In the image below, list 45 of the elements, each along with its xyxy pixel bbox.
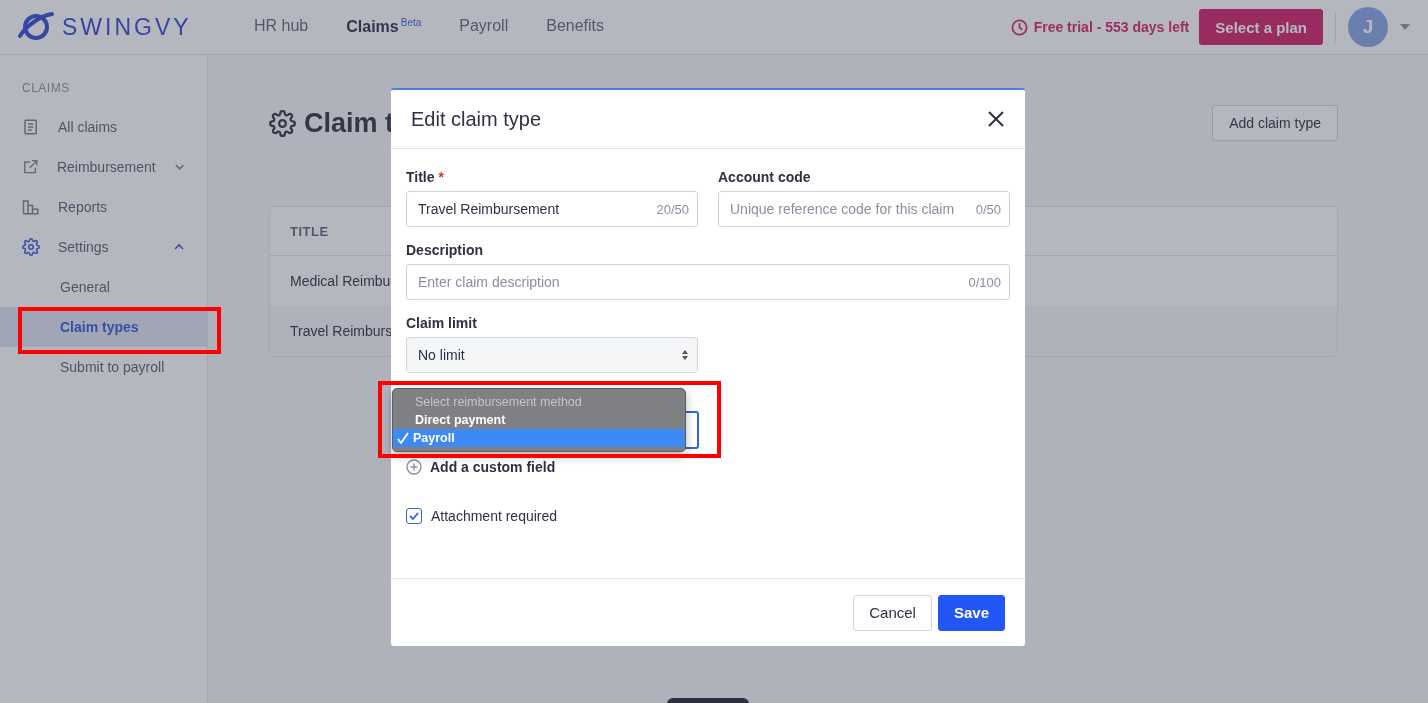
nav-tab[interactable]: Claims$^{Beta}$ (346, 17, 422, 37)
brand-name: SWINGVY (62, 13, 192, 41)
add-custom-field-link[interactable]: Add a custom field (406, 459, 1010, 475)
trial-text: Free trial - 553 days left (1033, 19, 1190, 35)
close-button[interactable] (987, 110, 1005, 128)
input-field[interactable]: Unique reference code for this claim 0/50 (718, 191, 1010, 227)
cancel-button[interactable]: Cancel (853, 594, 932, 631)
dropdown-option[interactable]: Payroll (393, 429, 685, 447)
settings-icon (269, 109, 296, 137)
select-plan-button[interactable]: Select a plan (1199, 9, 1323, 45)
document-icon (22, 118, 40, 136)
nav-tab[interactable]: Payroll (459, 17, 509, 37)
dialog-title: Edit claim type (411, 107, 542, 131)
sidebar-item[interactable]: Reimbursement (0, 147, 207, 187)
save-button[interactable]: Save (937, 594, 1005, 631)
field-label: Description (406, 242, 484, 258)
nav-tab[interactable]: HR hub (254, 17, 309, 37)
check-icon (397, 432, 409, 444)
field-label: Account code (718, 169, 812, 185)
dropdown-option[interactable]: Direct payment (393, 411, 685, 429)
bar-chart-icon (22, 198, 40, 216)
input-field[interactable]: Travel Reimbursement 20/50 (406, 191, 698, 227)
sidebar-item[interactable]: All claims (0, 107, 207, 147)
select-field[interactable]: No limit (406, 337, 698, 373)
sidebar-item[interactable]: Settings (0, 227, 207, 267)
nav-tab[interactable]: Benefits (546, 17, 604, 37)
field-label: Claim limit (406, 315, 478, 331)
field-label: Title * (406, 169, 445, 185)
avatar[interactable]: J (1348, 7, 1388, 47)
checkbox[interactable] (406, 508, 422, 524)
external-link-icon (22, 158, 39, 176)
sidebar-subitem[interactable]: General (0, 267, 207, 307)
input-field[interactable]: Enter claim description 0/100 (406, 264, 1010, 300)
sort-arrows-icon (681, 349, 689, 361)
plus-circle-icon (406, 459, 422, 475)
checkbox-label: Attachment required (431, 508, 558, 524)
dropdown-option[interactable]: Select reimbursement method (393, 393, 685, 411)
clock-icon (1010, 18, 1028, 36)
sidebar-subitem[interactable]: Submit to payroll (0, 347, 207, 387)
settings-icon (22, 238, 40, 256)
sidebar-heading: CLAIMS (21, 81, 71, 97)
sidebar-item[interactable]: Reports (0, 187, 207, 227)
character-counter: 0/100 (968, 274, 1001, 290)
beta-label: Beta (400, 17, 422, 29)
add-claim-type-button[interactable]: Add claim type (1212, 105, 1338, 141)
